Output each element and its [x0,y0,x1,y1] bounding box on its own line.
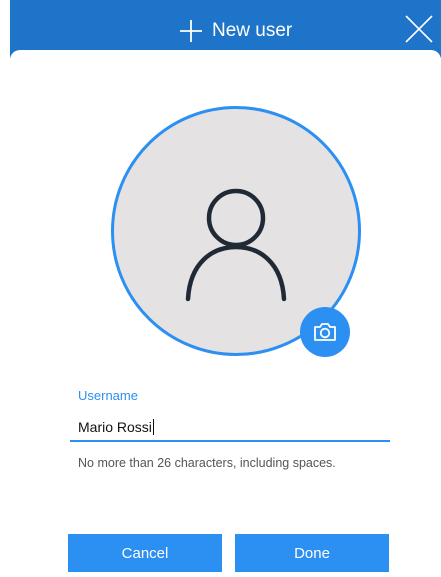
change-photo-button[interactable] [300,307,350,357]
new-user-dialog: New user Username Mario Rossi No more th… [0,0,441,577]
close-icon [405,15,433,43]
cancel-button[interactable]: Cancel [68,534,222,572]
plus-icon [180,20,202,42]
text-caret [152,419,154,435]
username-value: Mario Rossi [78,419,152,435]
title-group: New user [178,16,292,46]
dialog-title: New user [212,20,293,41]
close-button[interactable] [400,10,438,48]
username-label: Username [78,388,138,403]
username-hint: No more than 26 characters, including sp… [78,456,336,470]
username-input[interactable]: Mario Rossi [70,416,390,442]
camera-icon [314,323,336,341]
person-icon [185,188,287,302]
done-button[interactable]: Done [235,534,389,572]
